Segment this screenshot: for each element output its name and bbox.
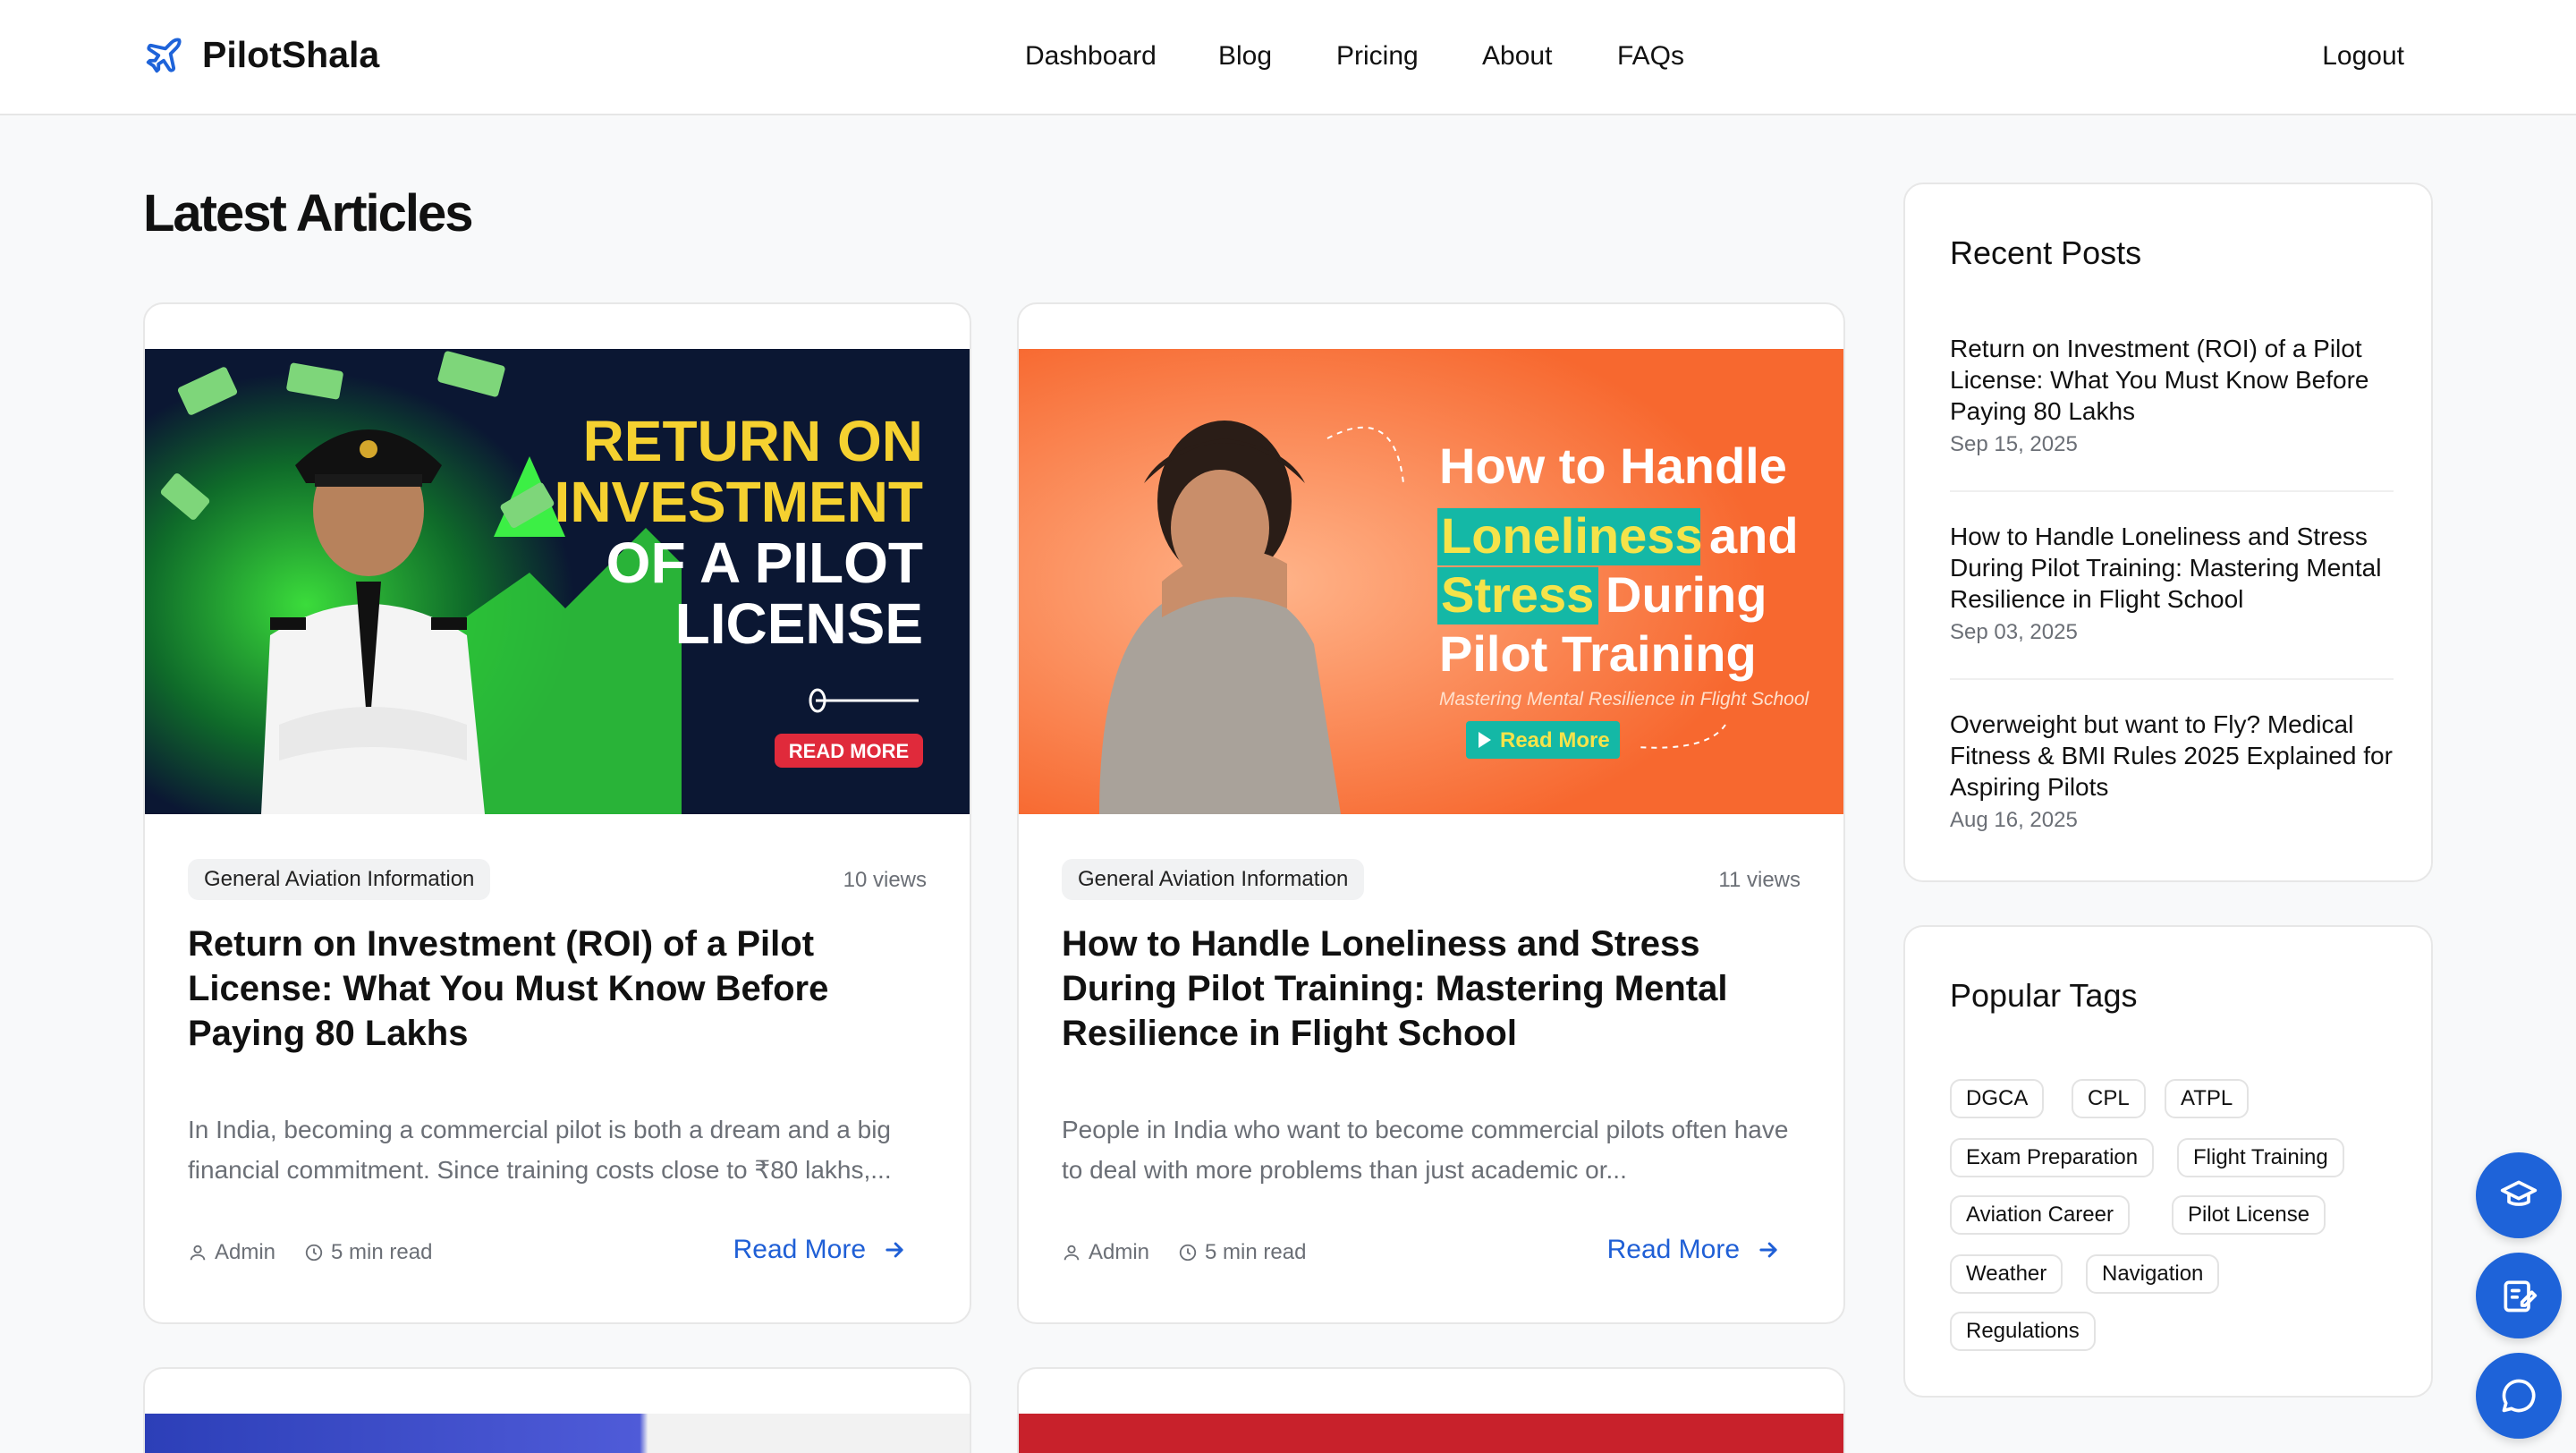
author-meta: Admin [1062, 1240, 1149, 1265]
popular-tags-panel: Popular Tags DGCA CPL ATPL Exam Preparat… [1903, 925, 2433, 1398]
tag-dgca[interactable]: DGCA [1950, 1079, 2045, 1118]
tag-atpl[interactable]: ATPL [2165, 1079, 2250, 1118]
article-excerpt: In India, becoming a commercial pilot is… [188, 1116, 892, 1184]
article-title[interactable]: How to Handle Loneliness and Stress Duri… [1062, 922, 1804, 1056]
view-count: 10 views [843, 868, 927, 892]
notes-fab-button[interactable] [2476, 1253, 2562, 1338]
article-card[interactable]: How to Handle Loneliness and Stress Duri… [1017, 302, 1845, 1324]
clock-icon [1179, 1244, 1197, 1262]
nav-dashboard[interactable]: Dashboard [1025, 41, 1157, 72]
recent-post-date: Sep 15, 2025 [1950, 432, 2078, 456]
article-card[interactable]: RETURN ON INVESTMENT OF A PILOT LICENSE … [143, 302, 971, 1324]
recent-posts-title: Recent Posts [1950, 234, 2142, 271]
brand-name: PilotShala [202, 34, 380, 75]
read-more-link[interactable]: Read More [1607, 1235, 1781, 1265]
chat-fab-button[interactable] [2476, 1353, 2562, 1439]
courses-fab-button[interactable] [2476, 1152, 2562, 1238]
nav-about[interactable]: About [1482, 41, 1552, 72]
thumb-text-line4: Pilot Training [1439, 625, 1757, 682]
clock-icon [305, 1244, 323, 1262]
thumb-subtitle: Mastering Mental Resilience in Flight Sc… [1439, 689, 1810, 710]
read-more-label: Read More [1606, 1235, 1740, 1264]
thumb-text-line3: OF A PILOT [606, 531, 923, 595]
arrow-right-icon [886, 1242, 903, 1258]
thumb-read-more: Read More [1500, 728, 1610, 752]
arrow-right-icon [1759, 1242, 1777, 1258]
tag-flight-training[interactable]: Flight Training [2177, 1138, 2344, 1177]
tag-cpl[interactable]: CPL [2072, 1079, 2146, 1118]
article-card-partial[interactable] [1017, 1367, 1845, 1453]
read-more-link[interactable]: Read More [733, 1235, 907, 1265]
category-badge[interactable]: General Aviation Information [1062, 859, 1365, 900]
article-thumbnail[interactable]: How to Handle Loneliness and Stress Duri… [1019, 349, 1843, 814]
recent-post-item[interactable]: Return on Investment (ROI) of a Pilot Li… [1950, 333, 2394, 457]
page-title: Latest Articles [143, 184, 474, 242]
article-thumbnail[interactable] [1019, 1414, 1843, 1453]
recent-post-date: Sep 03, 2025 [1950, 620, 2078, 644]
article-thumbnail[interactable]: RETURN ON INVESTMENT OF A PILOT LICENSE … [145, 349, 970, 814]
recent-post-item[interactable]: Overweight but want to Fly? Medical Fitn… [1950, 709, 2394, 833]
nav-pricing[interactable]: Pricing [1336, 41, 1419, 72]
author-name: Admin [215, 1240, 276, 1264]
recent-post-date: Aug 16, 2025 [1950, 808, 2078, 832]
tag-aviation-career[interactable]: Aviation Career [1950, 1195, 2130, 1235]
popular-tags-title: Popular Tags [1950, 977, 2138, 1014]
divider [1950, 490, 2394, 492]
nav-blog[interactable]: Blog [1218, 41, 1272, 72]
author-meta: Admin [188, 1240, 275, 1265]
tag-regulations[interactable]: Regulations [1950, 1312, 2096, 1351]
recent-posts-panel: Recent Posts Return on Investment (ROI) … [1903, 183, 2433, 882]
thumb-text-line1: RETURN ON [583, 409, 923, 473]
article-meta: Admin 5 min read [188, 1240, 461, 1265]
chat-icon [2502, 1379, 2536, 1413]
thumb-text-line1: How to Handle [1439, 438, 1787, 494]
thumb-highlight-2: Stress [1441, 566, 1594, 623]
read-time-meta: 5 min read [1178, 1240, 1306, 1265]
article-card-partial[interactable] [143, 1367, 971, 1453]
thumb-read-more: READ MORE [789, 740, 909, 762]
recent-post-item[interactable]: How to Handle Loneliness and Stress Duri… [1950, 521, 2394, 645]
article-thumbnail[interactable] [145, 1414, 970, 1453]
recent-post-title[interactable]: Return on Investment (ROI) of a Pilot Li… [1950, 333, 2394, 427]
read-time-meta: 5 min read [304, 1240, 432, 1265]
tag-navigation[interactable]: Navigation [2086, 1254, 2220, 1294]
read-time: 5 min read [1205, 1240, 1307, 1264]
tag-pilot-license[interactable]: Pilot License [2172, 1195, 2326, 1235]
thumb-text-and: and [1709, 507, 1799, 564]
nav-faqs[interactable]: FAQs [1617, 41, 1684, 72]
read-time: 5 min read [331, 1240, 433, 1264]
read-more-label: Read More [733, 1235, 866, 1264]
divider [1950, 678, 2394, 680]
thumb-text-line4: LICENSE [675, 591, 923, 656]
recent-post-title[interactable]: How to Handle Loneliness and Stress Duri… [1950, 521, 2394, 615]
top-header: PilotShala Dashboard Blog Pricing About … [0, 0, 2576, 115]
thumb-highlight-1: Loneliness [1441, 507, 1703, 564]
tag-weather[interactable]: Weather [1950, 1254, 2063, 1294]
edit-note-icon [2504, 1280, 2538, 1313]
category-badge[interactable]: General Aviation Information [188, 859, 491, 900]
thumb-text-during: During [1606, 566, 1767, 623]
article-excerpt: People in India who want to become comme… [1062, 1116, 1789, 1184]
article-meta: Admin 5 min read [1062, 1240, 1335, 1265]
brand-logo[interactable]: PilotShala [143, 34, 379, 76]
user-icon [190, 1245, 206, 1261]
tag-exam-preparation[interactable]: Exam Preparation [1950, 1138, 2155, 1177]
view-count: 11 views [1718, 868, 1801, 892]
thumb-text-line2: INVESTMENT [555, 470, 923, 534]
airplane-icon [146, 37, 182, 72]
author-name: Admin [1089, 1240, 1150, 1264]
logout-button[interactable]: Logout [2322, 41, 2404, 72]
article-title[interactable]: Return on Investment (ROI) of a Pilot Li… [188, 922, 930, 1056]
user-icon [1063, 1245, 1080, 1261]
graduation-cap-icon [2500, 1180, 2538, 1206]
recent-post-title[interactable]: Overweight but want to Fly? Medical Fitn… [1950, 709, 2394, 803]
